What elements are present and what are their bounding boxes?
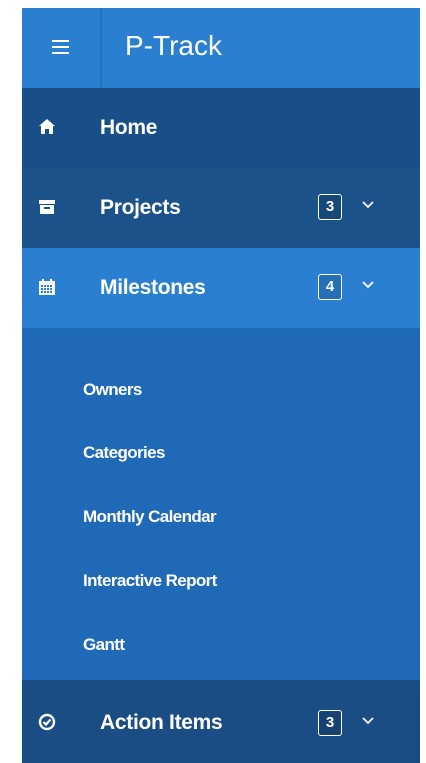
milestones-submenu: Owners Categories Monthly Calendar Inter… <box>22 328 420 680</box>
count-badge: 3 <box>318 710 342 736</box>
submenu-item-categories[interactable]: Categories <box>83 442 165 464</box>
page-frame: P-Track Home Projects 3 Milestones 4 Own… <box>0 0 426 763</box>
nav-item-label: Home <box>100 116 158 139</box>
nav-item-home[interactable]: Home <box>22 88 420 168</box>
app-title: P-Track <box>125 30 222 61</box>
chevron-down-icon[interactable] <box>361 279 375 291</box>
chevron-down-icon[interactable] <box>361 715 375 727</box>
submenu-item-gantt[interactable]: Gantt <box>83 634 125 656</box>
header-divider <box>100 8 102 88</box>
check-circle-icon <box>38 713 56 731</box>
submenu-item-owners[interactable]: Owners <box>83 379 142 401</box>
nav-item-label: Action Items <box>100 711 223 734</box>
nav-item-label: Milestones <box>100 276 206 299</box>
home-icon <box>39 119 55 134</box>
nav-item-milestones[interactable]: Milestones 4 <box>22 248 420 328</box>
calendar-icon <box>39 279 55 295</box>
sidebar-navigation: P-Track Home Projects 3 Milestones 4 Own… <box>22 8 420 763</box>
nav-item-label: Projects <box>100 196 181 219</box>
nav-item-projects[interactable]: Projects 3 <box>22 168 420 248</box>
chevron-down-icon[interactable] <box>361 199 375 211</box>
nav-item-action-items[interactable]: Action Items 3 <box>22 680 420 763</box>
submenu-item-interactive-report[interactable]: Interactive Report <box>83 570 217 592</box>
app-header: P-Track <box>22 8 420 88</box>
count-badge: 3 <box>318 194 342 220</box>
archive-box-icon <box>39 200 55 214</box>
submenu-item-monthly-calendar[interactable]: Monthly Calendar <box>83 506 217 528</box>
hamburger-menu-icon[interactable] <box>52 40 69 54</box>
count-badge: 4 <box>318 274 342 300</box>
